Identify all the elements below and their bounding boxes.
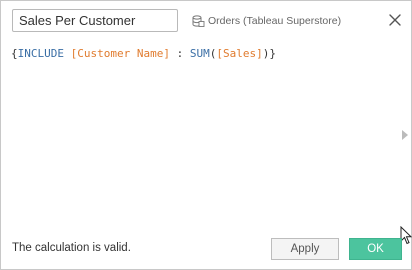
datasource-name: Orders (Tableau Superstore) — [208, 15, 342, 27]
formula-open-brace: { — [11, 47, 18, 60]
validation-status: The calculation is valid. — [12, 242, 131, 254]
ok-button[interactable]: OK — [349, 238, 402, 260]
calculation-name-field[interactable] — [12, 9, 178, 32]
formula-colon: : — [169, 47, 190, 60]
close-icon[interactable] — [387, 12, 403, 28]
formula-field-sales: [Sales] — [216, 47, 263, 60]
apply-button[interactable]: Apply — [271, 238, 339, 260]
formula-editor[interactable]: {INCLUDE [Customer Name] : SUM([Sales])} — [11, 46, 401, 226]
formula-keyword: INCLUDE — [17, 47, 64, 60]
formula-function: SUM — [189, 47, 210, 60]
expand-panel-icon[interactable] — [402, 130, 408, 140]
calculation-editor-dialog: Orders (Tableau Superstore) {INCLUDE [Cu… — [0, 0, 412, 270]
formula-field-customer-name: [Customer Name] — [70, 47, 170, 60]
datasource-icon — [192, 15, 205, 27]
datasource-label: Orders (Tableau Superstore) — [191, 14, 341, 28]
formula-close-brace: } — [269, 47, 276, 60]
